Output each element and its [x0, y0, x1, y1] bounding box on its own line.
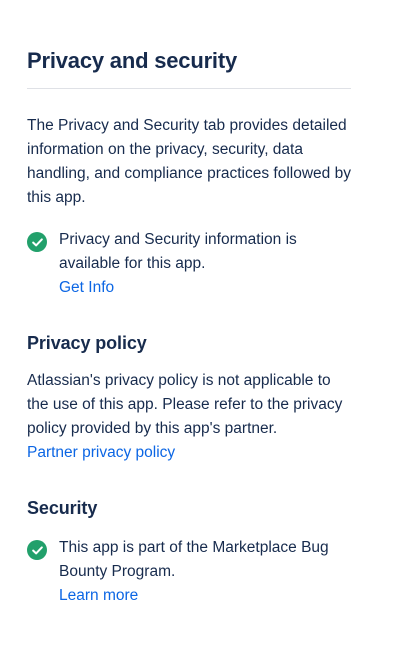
title-divider [27, 88, 351, 89]
privacy-security-panel: Privacy and security The Privacy and Sec… [27, 0, 351, 608]
check-circle-icon [27, 232, 47, 252]
page-title: Privacy and security [27, 48, 238, 73]
security-heading: Security [27, 498, 98, 518]
privacy-policy-text: Atlassian's privacy policy is not applic… [27, 372, 343, 437]
security-text: This app is part of the Marketplace Bug … [59, 539, 329, 580]
intro-text: The Privacy and Security tab provides de… [27, 117, 351, 206]
check-circle-icon [27, 540, 47, 560]
privacy-info-text: Privacy and Security information is avai… [59, 231, 297, 272]
privacy-info-content: Privacy and Security information is avai… [59, 228, 351, 300]
privacy-policy-heading: Privacy policy [27, 333, 147, 353]
security-content: This app is part of the Marketplace Bug … [59, 536, 351, 608]
partner-privacy-policy-link[interactable]: Partner privacy policy [27, 441, 175, 465]
security-status: This app is part of the Marketplace Bug … [27, 536, 351, 608]
get-info-link[interactable]: Get Info [59, 276, 114, 300]
learn-more-link[interactable]: Learn more [59, 584, 138, 608]
privacy-info-status: Privacy and Security information is avai… [27, 228, 351, 300]
